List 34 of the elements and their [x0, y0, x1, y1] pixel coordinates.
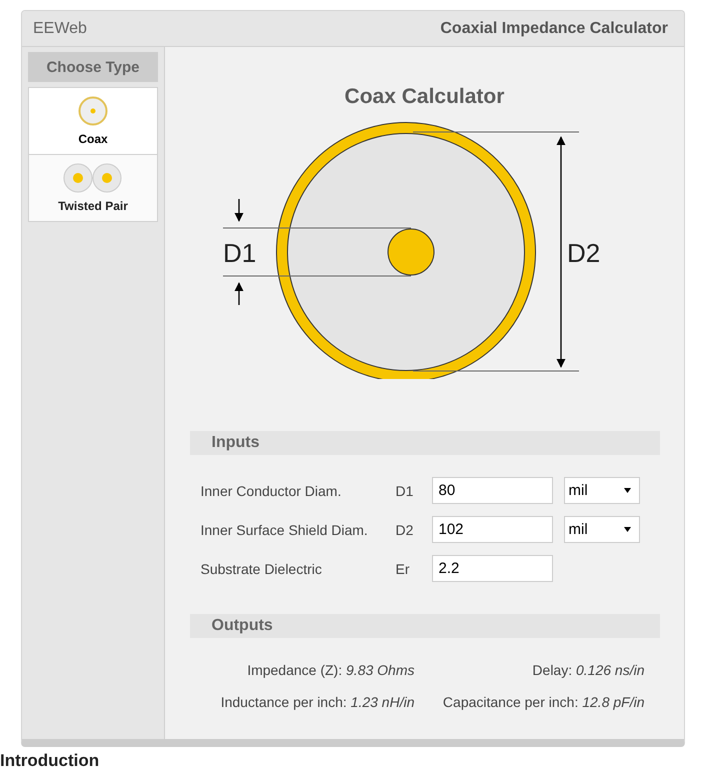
output-value: Impedance (Z): 9.83 Ohms: [246, 662, 414, 678]
caret-icon: [624, 527, 630, 532]
unit-dropdown[interactable]: mil: [564, 477, 640, 504]
input-field[interactable]: 2.2: [432, 555, 552, 582]
type-label: Twisted Pair: [58, 199, 128, 213]
type-option[interactable]: Twisted Pair: [28, 154, 158, 222]
input-label: Inner Surface Shield Diam.: [200, 522, 369, 538]
calculator-title: Coax Calculator: [344, 85, 504, 109]
unit-dropdown[interactable]: mil: [564, 516, 640, 543]
caret-icon: [624, 488, 630, 493]
dimension-label: D1: [222, 238, 256, 268]
type-label: Coax: [78, 132, 108, 146]
output-value: Delay: 0.126 ns/in: [531, 662, 644, 678]
section-heading: Outputs: [190, 614, 660, 638]
dimension-label: D2: [566, 238, 600, 268]
brand-name: EEWeb: [33, 20, 87, 38]
coax-icon: [78, 96, 108, 126]
symbol-label: D2: [396, 522, 414, 538]
output-value: Capacitance per inch: 12.8 pF/in: [442, 694, 644, 710]
output-value: Inductance per inch: 1.23 nH/in: [220, 694, 414, 710]
sidebar-heading: Choose Type: [28, 52, 158, 82]
input-label: Inner Conductor Diam.: [200, 482, 342, 498]
input-label: Substrate Dielectric: [200, 560, 323, 576]
input-field[interactable]: 102: [432, 516, 552, 543]
page-title: Coaxial Impedance Calculator: [440, 20, 668, 38]
section-heading: Inputs: [190, 431, 660, 455]
symbol-label: D1: [396, 482, 414, 498]
up-arrow: [234, 282, 244, 305]
section-heading: Introduction: [0, 751, 100, 770]
type-option[interactable]: Coax: [28, 87, 158, 155]
down-arrow: [234, 199, 244, 222]
input-field[interactable]: 80: [432, 477, 552, 504]
twisted-pair-icon: [63, 163, 123, 193]
symbol-label: Er: [396, 560, 410, 576]
